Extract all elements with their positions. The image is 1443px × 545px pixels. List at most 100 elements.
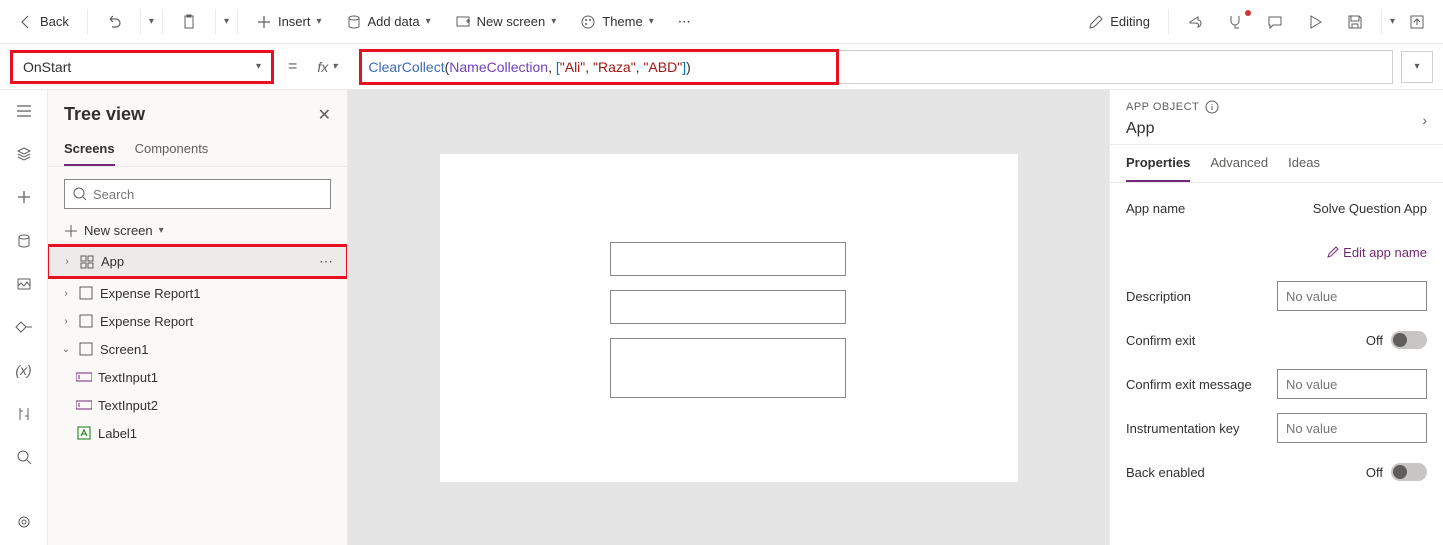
tab-properties[interactable]: Properties	[1126, 145, 1190, 182]
confirm-exit-msg-input[interactable]	[1277, 369, 1427, 399]
label-icon	[76, 425, 92, 441]
tools-icon	[16, 406, 32, 422]
canvas-textinput1[interactable]	[610, 242, 846, 276]
media-rail-button[interactable]	[8, 273, 40, 294]
tree-item-textinput1[interactable]: TextInput1	[48, 363, 347, 391]
tree-item-expense-report1[interactable]: › Expense Report1	[48, 279, 347, 307]
save-button[interactable]	[1337, 8, 1373, 36]
screen-icon	[78, 313, 94, 329]
equals-sign: =	[282, 58, 303, 76]
plus-icon	[16, 189, 32, 205]
tab-advanced[interactable]: Advanced	[1210, 145, 1268, 182]
back-button[interactable]: Back	[8, 8, 79, 36]
settings-rail-button[interactable]	[8, 512, 40, 533]
textinput-icon	[76, 369, 92, 385]
textinput-icon	[76, 397, 92, 413]
tools-rail-button[interactable]	[8, 403, 40, 424]
tree-item-label: TextInput1	[98, 370, 158, 385]
object-type-label: APP OBJECT	[1126, 101, 1199, 113]
tree-item-label: TextInput2	[98, 398, 158, 413]
chevron-down-icon[interactable]: ▾	[224, 16, 229, 27]
theme-button[interactable]: Theme ▾	[570, 8, 664, 36]
variables-rail-button[interactable]: (x)	[8, 360, 40, 381]
checker-button[interactable]	[1217, 8, 1253, 36]
chevron-down-icon: ▾	[649, 16, 654, 27]
toggle-off-text: Off	[1366, 333, 1383, 348]
comments-button[interactable]	[1257, 8, 1293, 36]
paste-button[interactable]	[171, 8, 207, 36]
flows-rail-button[interactable]	[8, 316, 40, 337]
tree-view-title: Tree view	[64, 104, 145, 125]
chevron-right-icon[interactable]: ›	[60, 316, 72, 327]
property-selector[interactable]: OnStart ▾	[10, 50, 274, 84]
back-enabled-toggle[interactable]	[1391, 463, 1427, 481]
fx-button[interactable]: fx▾	[311, 59, 351, 75]
formula-var: NameCollection	[449, 59, 548, 75]
chevron-right-icon[interactable]: ›	[61, 256, 73, 267]
insert-rail-button[interactable]	[8, 187, 40, 208]
new-screen-button[interactable]: New screen ▾	[445, 8, 567, 36]
add-data-button[interactable]: Add data ▾	[336, 8, 441, 36]
plus-icon	[64, 224, 78, 238]
undo-button[interactable]	[96, 8, 132, 36]
expand-formula-button[interactable]: ▾	[1401, 51, 1433, 83]
tab-ideas[interactable]: Ideas	[1288, 145, 1320, 182]
canvas[interactable]	[440, 154, 1018, 482]
top-command-bar: Back ▾ ▾ Insert ▾ Add data ▾ New screen …	[0, 0, 1443, 44]
tree-item-label: Expense Report1	[100, 286, 200, 301]
tree-item-app[interactable]: › App ⋯	[49, 247, 346, 276]
close-tree-button[interactable]: ✕	[318, 105, 331, 125]
stethoscope-icon	[1227, 14, 1243, 30]
props-tabs: Properties Advanced Ideas	[1110, 145, 1443, 183]
info-icon[interactable]	[1205, 100, 1219, 114]
tree-view-button[interactable]	[8, 143, 40, 164]
data-rail-button[interactable]	[8, 230, 40, 251]
tab-components[interactable]: Components	[135, 133, 209, 166]
tree-list: › App ⋯ › Expense Report1 › Expense Repo…	[48, 244, 347, 545]
instr-key-input[interactable]	[1277, 413, 1427, 443]
chevron-right-icon[interactable]: ›	[60, 288, 72, 299]
palette-icon	[580, 14, 596, 30]
edit-app-name-button[interactable]: Edit app name	[1327, 245, 1427, 260]
canvas-label1[interactable]	[610, 338, 846, 398]
description-input[interactable]	[1277, 281, 1427, 311]
more-icon[interactable]: ⋯	[319, 253, 334, 270]
search-icon	[73, 187, 87, 201]
chevron-right-icon[interactable]: ›	[1422, 112, 1427, 128]
preview-button[interactable]	[1297, 8, 1333, 36]
chevron-down-icon[interactable]: ▾	[149, 16, 154, 27]
chevron-down-icon: ▾	[159, 225, 164, 236]
tab-screens[interactable]: Screens	[64, 133, 115, 166]
formula-input[interactable]: ClearCollect(NameCollection, ["Ali", "Ra…	[359, 50, 1393, 84]
plus-icon	[256, 14, 272, 30]
tree-view-panel: Tree view ✕ Screens Components New scree…	[48, 90, 348, 545]
new-screen-tree-button[interactable]: New screen ▾	[48, 217, 347, 244]
confirm-exit-toggle[interactable]	[1391, 331, 1427, 349]
share-button[interactable]	[1177, 8, 1213, 36]
canvas-area[interactable]	[348, 90, 1109, 545]
tree-item-label: App	[101, 254, 124, 269]
edit-link-text: Edit app name	[1343, 245, 1427, 260]
tree-item-label: Label1	[98, 426, 137, 441]
search-rail-button[interactable]	[8, 446, 40, 467]
tree-item-screen1[interactable]: ⌄ Screen1	[48, 335, 347, 363]
canvas-textinput2[interactable]	[610, 290, 846, 324]
tree-search-input[interactable]	[93, 187, 322, 202]
confirm-exit-msg-label: Confirm exit message	[1126, 377, 1252, 392]
tree-search[interactable]	[64, 179, 331, 209]
editing-button[interactable]: Editing	[1078, 8, 1160, 36]
publish-icon	[1409, 14, 1425, 30]
hamburger-button[interactable]	[8, 100, 40, 121]
new-screen-label: New screen	[477, 14, 546, 29]
insert-button[interactable]: Insert ▾	[246, 8, 332, 36]
chevron-down-icon[interactable]: ▾	[1390, 16, 1395, 27]
tree-item-textinput2[interactable]: TextInput2	[48, 391, 347, 419]
tree-item-label1[interactable]: Label1	[48, 419, 347, 447]
search-icon	[16, 449, 32, 465]
chevron-down-icon[interactable]: ⌄	[60, 344, 72, 355]
publish-button[interactable]	[1399, 8, 1435, 36]
tree-item-expense-report[interactable]: › Expense Report	[48, 307, 347, 335]
app-name-value: Solve Question App	[1313, 201, 1427, 216]
tree-item-label: Screen1	[100, 342, 148, 357]
more-button[interactable]: ⋯	[668, 8, 701, 36]
